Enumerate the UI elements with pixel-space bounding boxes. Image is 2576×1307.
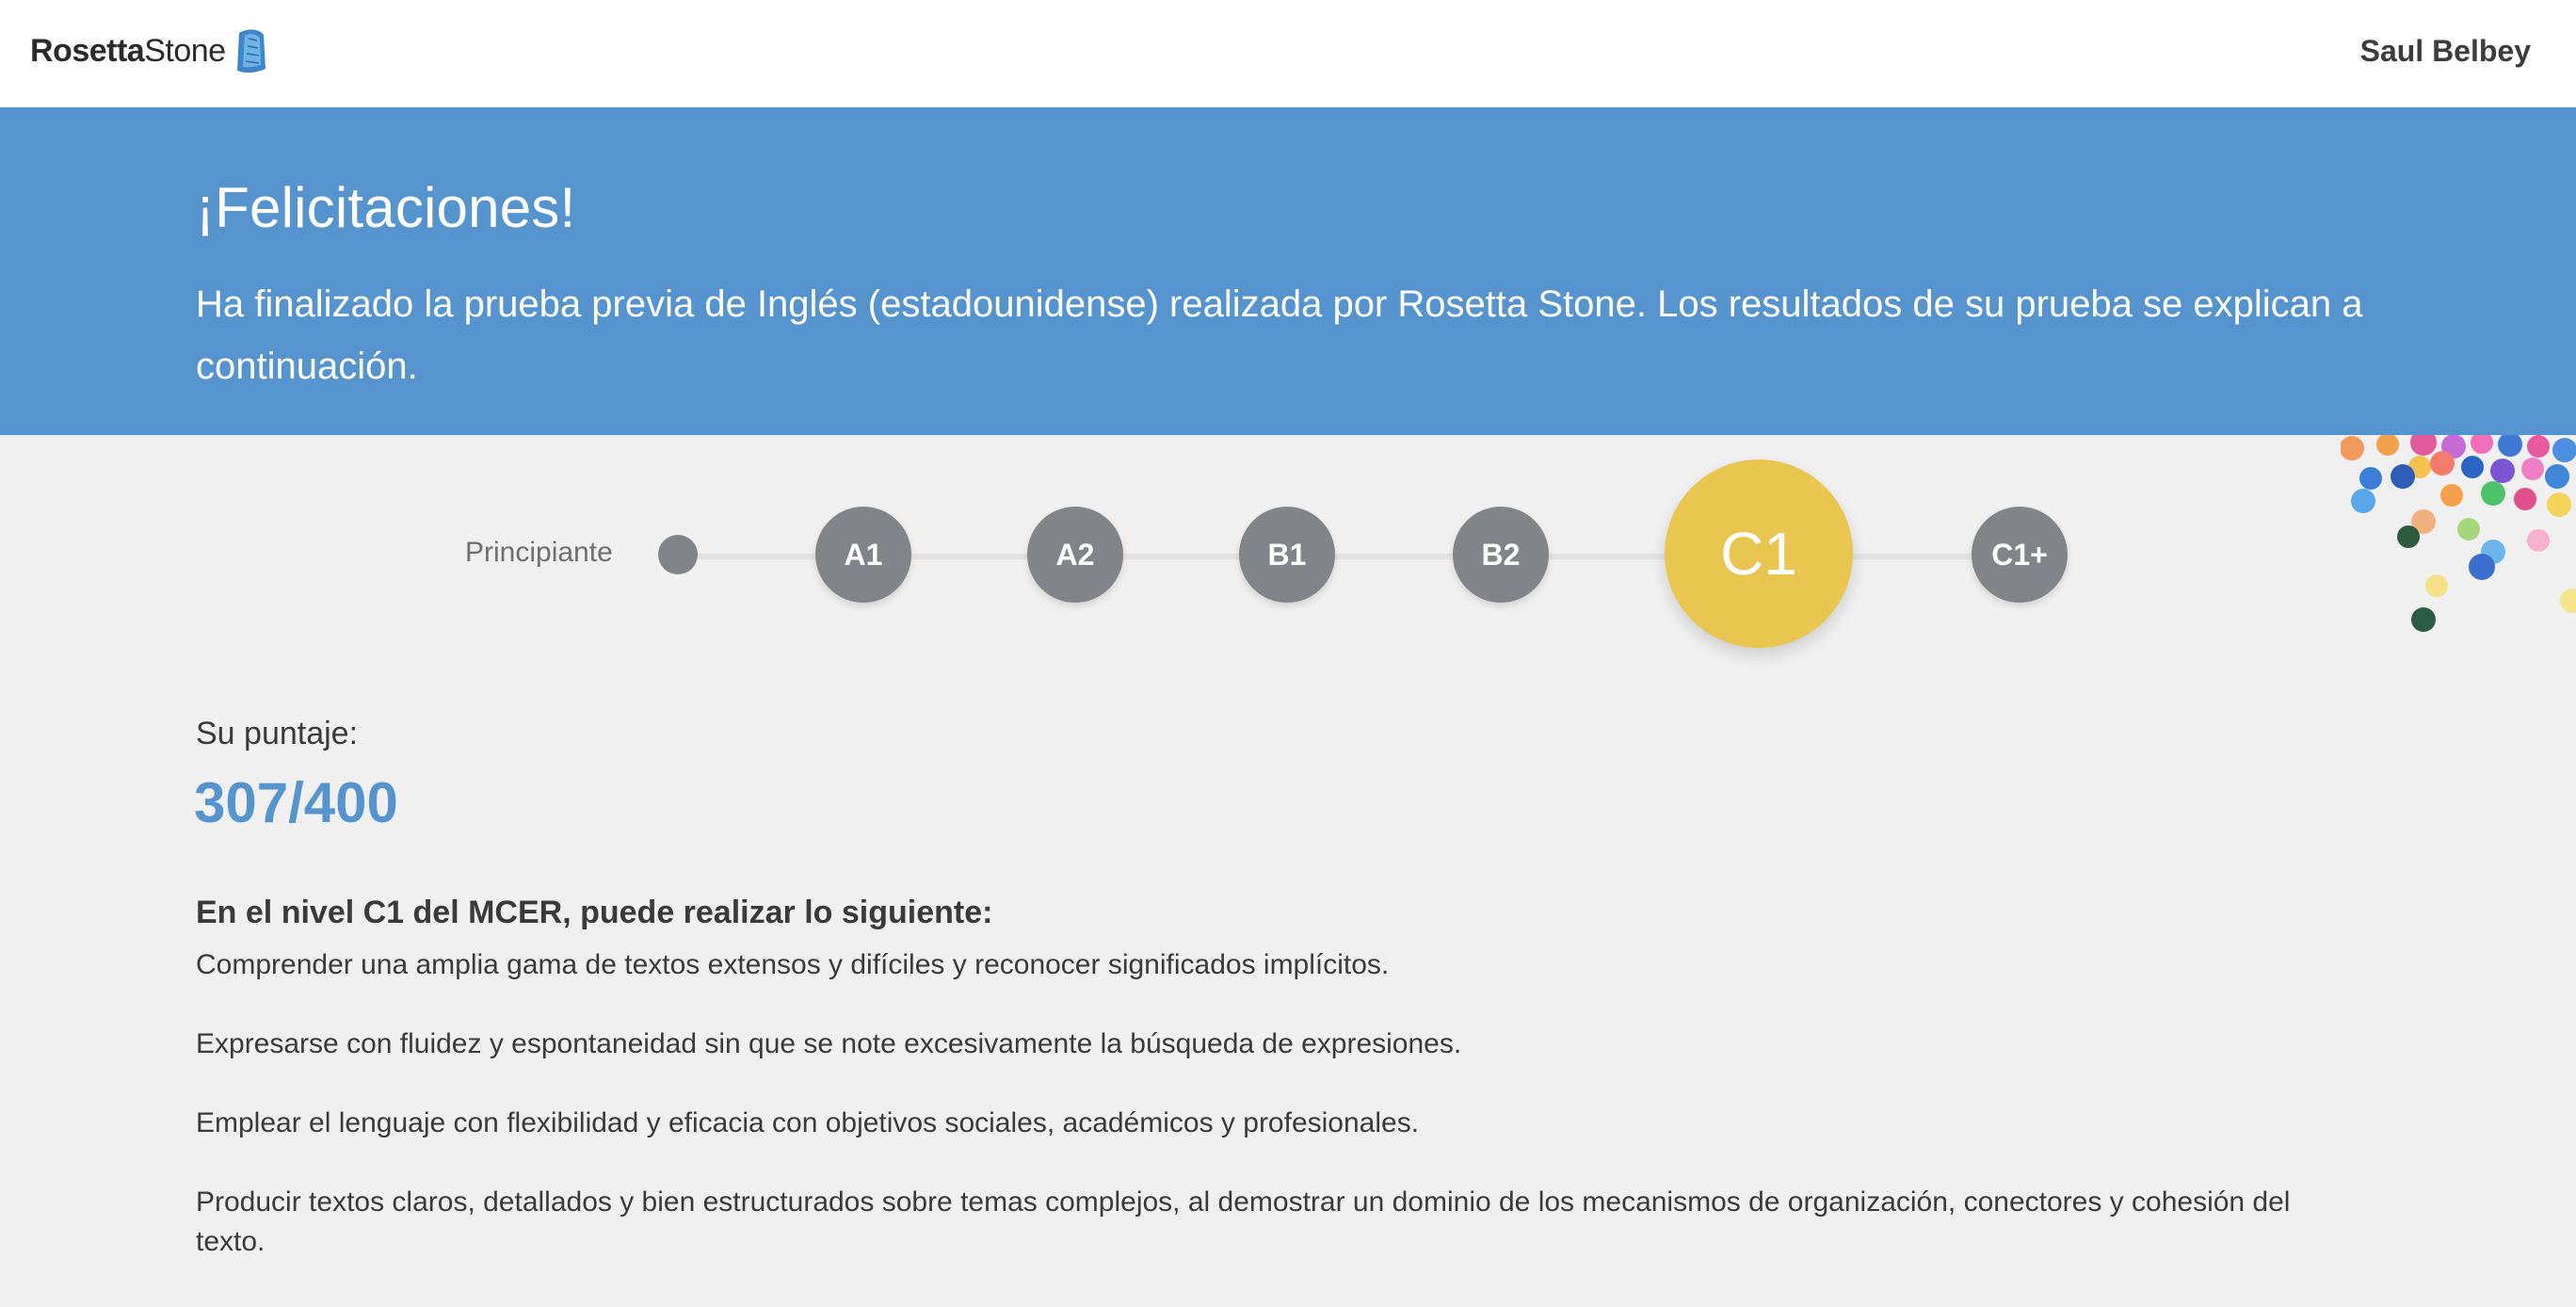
banner-title: ¡Felicitaciones! bbox=[196, 176, 576, 239]
ability-item: Producir textos claros, detallados y bie… bbox=[196, 1186, 2291, 1257]
level-b1: B1 bbox=[1239, 507, 1335, 603]
level-b2: B2 bbox=[1453, 507, 1549, 603]
rosetta-stone-logo[interactable]: RosettaStone bbox=[30, 23, 269, 79]
logo-text: RosettaStone bbox=[30, 33, 226, 70]
beginner-dot bbox=[658, 535, 698, 574]
confetti-icon bbox=[2341, 435, 2576, 632]
score-label: Su puntaje: bbox=[196, 716, 359, 751]
congratulations-banner: ¡Felicitaciones! Ha finalizado la prueba… bbox=[0, 107, 2576, 435]
ability-item: Expresarse con fluidez y espontaneidad s… bbox=[196, 1028, 1462, 1059]
ability-item: Comprender una amplia gama de textos ext… bbox=[196, 949, 1390, 980]
confetti-decoration bbox=[2341, 435, 2576, 755]
top-bar: RosettaStone Saul Belbey bbox=[0, 0, 2576, 107]
user-name[interactable]: Saul Belbey bbox=[2360, 34, 2531, 69]
logo-text-bold: Rosetta bbox=[30, 32, 145, 69]
abilities-heading: En el nivel C1 del MCER, puede realizar … bbox=[196, 895, 993, 930]
level-c1-current: C1 bbox=[1665, 460, 1853, 648]
rosetta-stone-logo-icon bbox=[236, 29, 266, 73]
banner-message: Ha finalizado la prueba previa de Inglés… bbox=[196, 283, 2363, 387]
level-a2: A2 bbox=[1027, 507, 1123, 603]
level-a1: A1 bbox=[815, 507, 911, 603]
score-value: 307/400 bbox=[194, 771, 398, 834]
level-track: Principiante A1 A2 B1 B2 C1 C1+ bbox=[0, 435, 2576, 680]
ability-item: Emplear el lenguaje con flexibilidad y e… bbox=[196, 1107, 1420, 1138]
beginner-label: Principiante bbox=[465, 537, 613, 568]
logo-text-light: Stone bbox=[144, 32, 226, 69]
level-c1-plus: C1+ bbox=[1972, 507, 2068, 603]
